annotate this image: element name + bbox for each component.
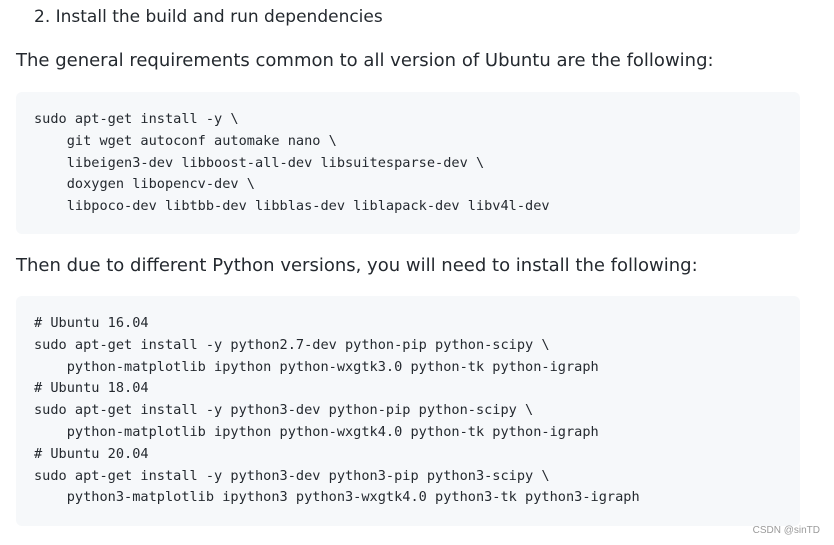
code-line: libeigen3-dev libboost-all-dev libsuites… (34, 154, 485, 171)
code-comment-line: # Ubuntu 18.04 (34, 380, 149, 397)
code-line: python-matplotlib ipython python-wxgtk4.… (34, 423, 599, 440)
code-line: sudo apt-get install -y python3-dev pyth… (34, 402, 534, 419)
code-line: python3-matplotlib ipython3 python3-wxgt… (34, 489, 640, 506)
code-line: doxygen libopencv-dev \ (34, 176, 255, 193)
code-line: sudo apt-get install -y python2.7-dev py… (34, 336, 550, 353)
common-deps-code-block[interactable]: sudo apt-get install -y \ git wget autoc… (16, 92, 800, 234)
python-versions-paragraph: Then due to different Python versions, y… (16, 255, 698, 276)
code-comment-line: # Ubuntu 16.04 (34, 315, 149, 331)
python-deps-code-block[interactable]: # Ubuntu 16.04 sudo apt-get install -y p… (16, 296, 800, 526)
watermark: CSDN @sinTD (752, 525, 820, 536)
code-line: sudo apt-get install -y python3-dev pyth… (34, 467, 550, 484)
code-comment-line: # Ubuntu 20.04 (34, 445, 149, 462)
code-line: libpoco-dev libtbb-dev libblas-dev libla… (34, 198, 550, 215)
step-heading: 2. Install the build and run dependencie… (34, 7, 383, 27)
code-line: sudo apt-get install -y \ (34, 111, 239, 127)
code-line: git wget autoconf automake nano \ (34, 132, 337, 149)
code-line: python-matplotlib ipython python-wxgtk3.… (34, 358, 599, 375)
requirements-paragraph: The general requirements common to all v… (16, 50, 714, 71)
document-page: 2. Install the build and run dependencie… (0, 0, 834, 545)
